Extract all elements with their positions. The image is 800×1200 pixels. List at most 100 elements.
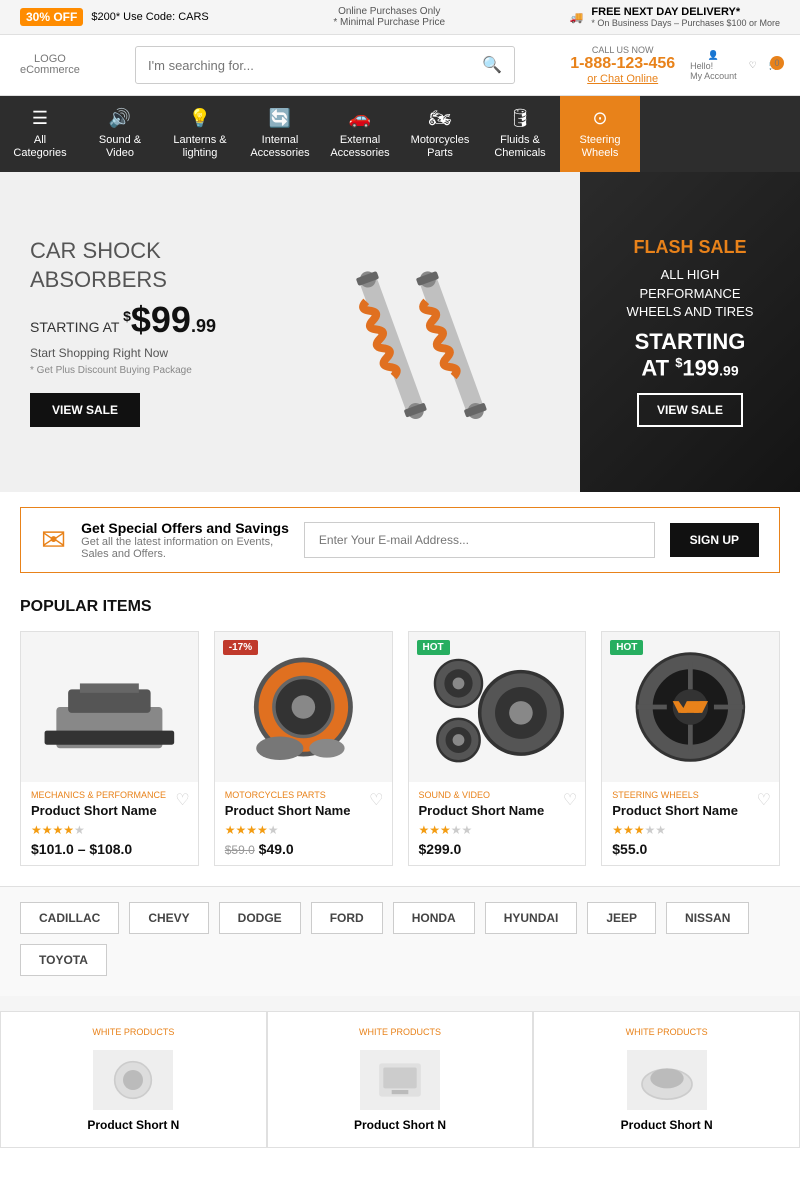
product-info-4: STEERING WHEELS Product Short Name ★★★★★… xyxy=(602,782,779,865)
hero-note: * Get Plus Discount Buying Package xyxy=(30,365,216,376)
brand-ford[interactable]: FORD xyxy=(311,902,383,934)
promo-bar: 30% OFF $200* Use Code: CARS Online Purc… xyxy=(0,0,800,35)
rotate-icon: 🔄 xyxy=(269,108,291,129)
steering-wheel-icon: ⊙ xyxy=(592,108,607,129)
brand-cadillac[interactable]: CADILLAC xyxy=(20,902,119,934)
product-card-4[interactable]: HOT STEERING WHEELS xyxy=(601,631,780,866)
search-button[interactable]: 🔍 xyxy=(470,47,514,83)
product-info-2: MOTORCYCLES PARTS Product Short Name ★★★… xyxy=(215,782,392,865)
products-grid: MECHANICS & PERFORMANCE Product Short Na… xyxy=(0,631,800,886)
product-name-3: Product Short Name xyxy=(419,803,576,818)
nav-lanterns[interactable]: 💡 Lanterns &lighting xyxy=(160,96,240,172)
nav-fluids-chemicals[interactable]: 🛢 Fluids &Chemicals xyxy=(480,96,560,172)
product-badge-3: HOT xyxy=(417,640,450,655)
product-card-2[interactable]: -17% MOTORCYCLES PARTS Product Short Nam… xyxy=(214,631,393,866)
navigation: ☰ AllCategories 🔊 Sound &Video 💡 Lantern… xyxy=(0,96,800,172)
product-badge-2: -17% xyxy=(223,640,258,655)
promo-delivery: 🚚 FREE NEXT DAY DELIVERY* * On Business … xyxy=(570,6,780,28)
bottom-product-img-2 xyxy=(360,1050,440,1110)
product-card-3[interactable]: HOT SOUND & VIDEO Pr xyxy=(408,631,587,866)
product-image-3: HOT xyxy=(409,632,586,782)
product-image-1 xyxy=(21,632,198,782)
account-icon-group[interactable]: 👤 Hello!My Account xyxy=(690,50,737,81)
header-right: CALL US NOW 1-888-123-456 or Chat Online… xyxy=(570,45,780,85)
wishlist-icon-group[interactable]: ♡ xyxy=(749,60,757,71)
wishlist-btn-4[interactable]: ♡ xyxy=(757,790,771,810)
promo-badge: 30% OFF xyxy=(20,8,83,26)
hero-subtitle: CAR SHOCKABSORBERS xyxy=(30,237,216,294)
bottom-product-name-3: Product Short N xyxy=(621,1118,713,1132)
hero-left: CAR SHOCKABSORBERS STARTING AT $$99.99 S… xyxy=(0,172,580,492)
product-category-1: MECHANICS & PERFORMANCE xyxy=(31,790,188,800)
popular-items-section: POPULAR ITEMS MECHANICS & PERFORMANCE Pr… xyxy=(0,588,800,886)
brand-nissan[interactable]: NISSAN xyxy=(666,902,749,934)
speaker-icon: 🔊 xyxy=(109,108,131,129)
bottom-section: WHITE PRODUCTS Product Short N WHITE PRO… xyxy=(0,996,800,1148)
hero-right-content: FLASH SALE ALL HIGHPERFORMANCEWHEELS AND… xyxy=(627,237,754,427)
brand-dodge[interactable]: DODGE xyxy=(219,902,301,934)
brand-honda[interactable]: HONDA xyxy=(393,902,475,934)
email-sub: Get all the latest information on Events… xyxy=(81,536,289,560)
wishlist-btn-2[interactable]: ♡ xyxy=(369,790,383,810)
motorcycle-icon: 🏍 xyxy=(429,108,452,129)
product-price-1: $101.0 – $108.0 xyxy=(31,841,188,857)
call-info: CALL US NOW 1-888-123-456 or Chat Online xyxy=(570,45,675,85)
lantern-icon: 💡 xyxy=(189,108,211,129)
email-input[interactable] xyxy=(304,522,655,558)
hero-view-sale-btn[interactable]: VIEW SALE xyxy=(30,393,140,427)
brand-toyota[interactable]: TOYOTA xyxy=(20,944,107,976)
oil-icon: 🛢 xyxy=(509,108,532,129)
product-info-3: SOUND & VIDEO Product Short Name ★★★★★ $… xyxy=(409,782,586,865)
heart-icon: ♡ xyxy=(749,60,757,71)
search-input[interactable] xyxy=(136,50,470,81)
nav-motorcycles-parts[interactable]: 🏍 MotorcyclesParts xyxy=(400,96,480,172)
brand-jeep[interactable]: JEEP xyxy=(587,902,656,934)
nav-all-categories[interactable]: ☰ AllCategories xyxy=(0,96,80,172)
product-category-3: SOUND & VIDEO xyxy=(419,790,576,800)
logo[interactable]: LOGO eCommerce xyxy=(20,54,80,76)
user-icon: 👤 xyxy=(708,50,719,61)
brands-grid: CADILLAC CHEVY DODGE FORD HONDA HYUNDAI … xyxy=(20,902,780,976)
header: LOGO eCommerce 🔍 CALL US NOW 1-888-123-4… xyxy=(0,35,800,96)
product-price-2: $59.0 $49.0 xyxy=(225,841,382,857)
shock-absorber-image xyxy=(320,230,560,435)
email-icon: ✉ xyxy=(41,523,66,558)
nav-external-accessories[interactable]: 🚗 ExternalAccessories xyxy=(320,96,400,172)
product-category-2: MOTORCYCLES PARTS xyxy=(225,790,382,800)
nav-internal-accessories[interactable]: 🔄 InternalAccessories xyxy=(240,96,320,172)
hero-price: STARTING AT $$99.99 xyxy=(30,299,216,341)
car-icon: 🚗 xyxy=(349,108,371,129)
email-input-wrap xyxy=(304,522,655,558)
cart-icon-group[interactable]: 🛒 0 xyxy=(769,60,780,71)
nav-steering-wheels[interactable]: ⊙ SteeringWheels xyxy=(560,96,640,172)
brand-hyundai[interactable]: HYUNDAI xyxy=(485,902,578,934)
wishlist-btn-3[interactable]: ♡ xyxy=(563,790,577,810)
product-image-2: -17% xyxy=(215,632,392,782)
product-stars-2: ★★★★★ xyxy=(225,823,382,837)
product-stars-3: ★★★★★ xyxy=(419,823,576,837)
product-name-4: Product Short Name xyxy=(612,803,769,818)
search-bar[interactable]: 🔍 xyxy=(135,46,515,84)
email-title: Get Special Offers and Savings xyxy=(81,520,289,536)
hero-right: FLASH SALE ALL HIGHPERFORMANCEWHEELS AND… xyxy=(580,172,800,492)
hero-price-label: STARTING AT xyxy=(30,319,123,335)
bottom-product-2[interactable]: WHITE PRODUCTS Product Short N xyxy=(267,1011,534,1148)
hero-left-text: CAR SHOCKABSORBERS STARTING AT $$99.99 S… xyxy=(30,237,216,427)
brand-chevy[interactable]: CHEVY xyxy=(129,902,208,934)
nav-sound-video[interactable]: 🔊 Sound &Video xyxy=(80,96,160,172)
bottom-products-grid: WHITE PRODUCTS Product Short N WHITE PRO… xyxy=(0,1011,800,1148)
product-card-1[interactable]: MECHANICS & PERFORMANCE Product Short Na… xyxy=(20,631,199,866)
signup-button[interactable]: SIGN UP xyxy=(670,523,759,557)
flash-sale-desc: ALL HIGHPERFORMANCEWHEELS AND TIRES xyxy=(627,266,754,321)
product-price-3: $299.0 xyxy=(419,841,576,857)
product-badge-4: HOT xyxy=(610,640,643,655)
bottom-product-1[interactable]: WHITE PRODUCTS Product Short N xyxy=(0,1011,267,1148)
email-text: Get Special Offers and Savings Get all t… xyxy=(81,520,289,560)
product-info-1: MECHANICS & PERFORMANCE Product Short Na… xyxy=(21,782,198,865)
flash-sale-label: FLASH SALE xyxy=(627,237,754,258)
wishlist-btn-1[interactable]: ♡ xyxy=(175,790,189,810)
flash-sale-btn[interactable]: VIEW SALE xyxy=(637,393,743,427)
bottom-product-3[interactable]: WHITE PRODUCTS Product Short N xyxy=(533,1011,800,1148)
product-stars-1: ★★★★★ xyxy=(31,823,188,837)
bottom-product-label-1: WHITE PRODUCTS xyxy=(92,1027,174,1037)
